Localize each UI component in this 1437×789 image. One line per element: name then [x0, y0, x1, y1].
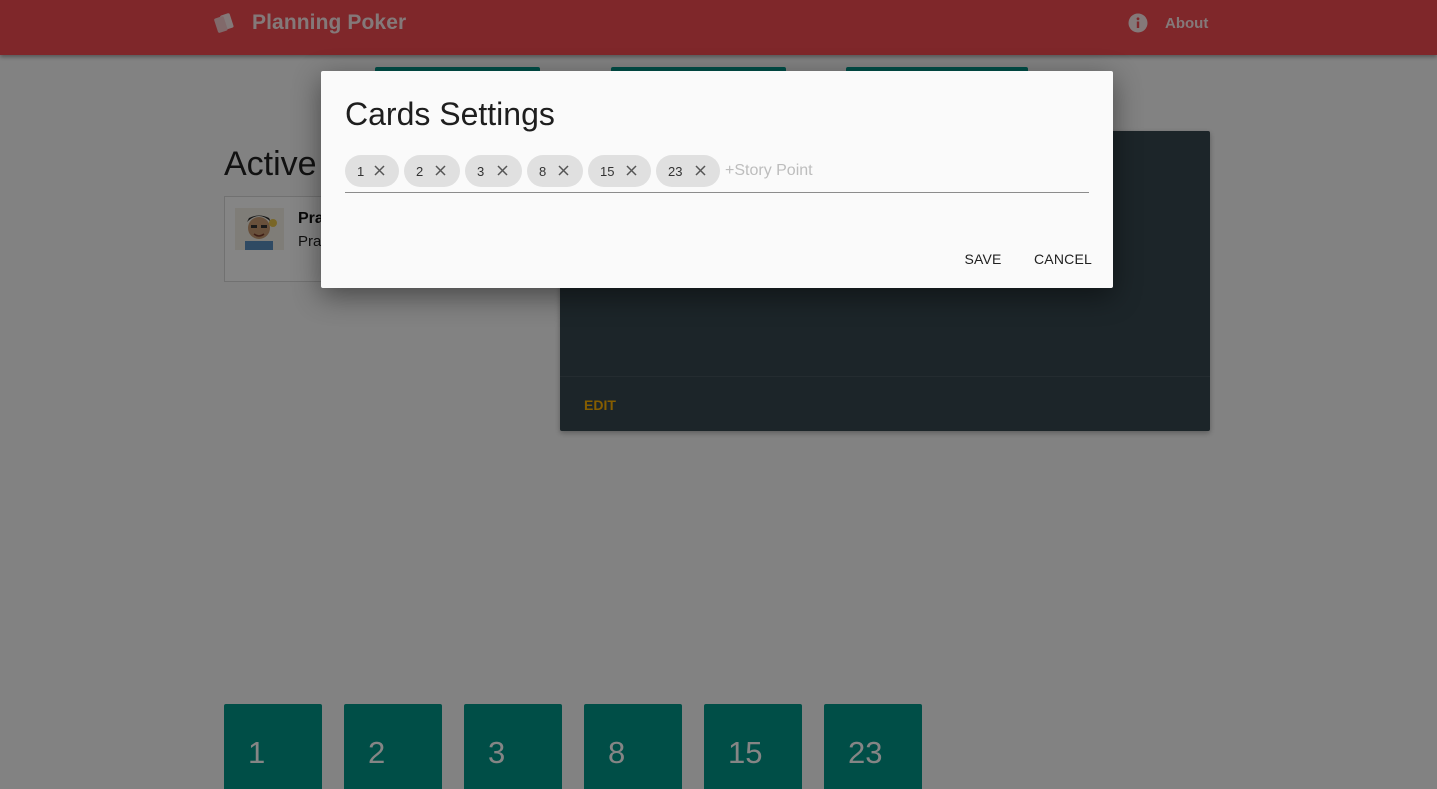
cancel-button[interactable]: CANCEL	[1031, 243, 1095, 275]
chip-label: 15	[600, 164, 615, 179]
story-point-chips-field: 1 2 3 8 15 23	[345, 155, 1089, 193]
chip-label: 2	[416, 164, 424, 179]
chip-label: 3	[477, 164, 485, 179]
cards-settings-dialog: Cards Settings 1 2 3 8 15 23 SAVE CANCEL	[321, 71, 1113, 288]
chip-label: 8	[539, 164, 547, 179]
chip: 23	[656, 155, 720, 187]
story-point-input[interactable]	[725, 161, 1025, 181]
chip-label: 23	[668, 164, 683, 179]
close-icon[interactable]	[695, 165, 706, 176]
chip: 8	[527, 155, 583, 187]
chip: 3	[465, 155, 522, 187]
close-icon[interactable]	[374, 165, 385, 176]
close-icon[interactable]	[558, 165, 569, 176]
chip: 15	[588, 155, 651, 187]
chip: 2	[404, 155, 460, 187]
close-icon[interactable]	[497, 165, 508, 176]
chip: 1	[345, 155, 399, 187]
chip-label: 1	[357, 164, 365, 179]
save-button[interactable]: SAVE	[957, 243, 1009, 275]
dialog-title: Cards Settings	[345, 96, 555, 132]
close-icon[interactable]	[626, 165, 637, 176]
close-icon[interactable]	[435, 165, 446, 176]
